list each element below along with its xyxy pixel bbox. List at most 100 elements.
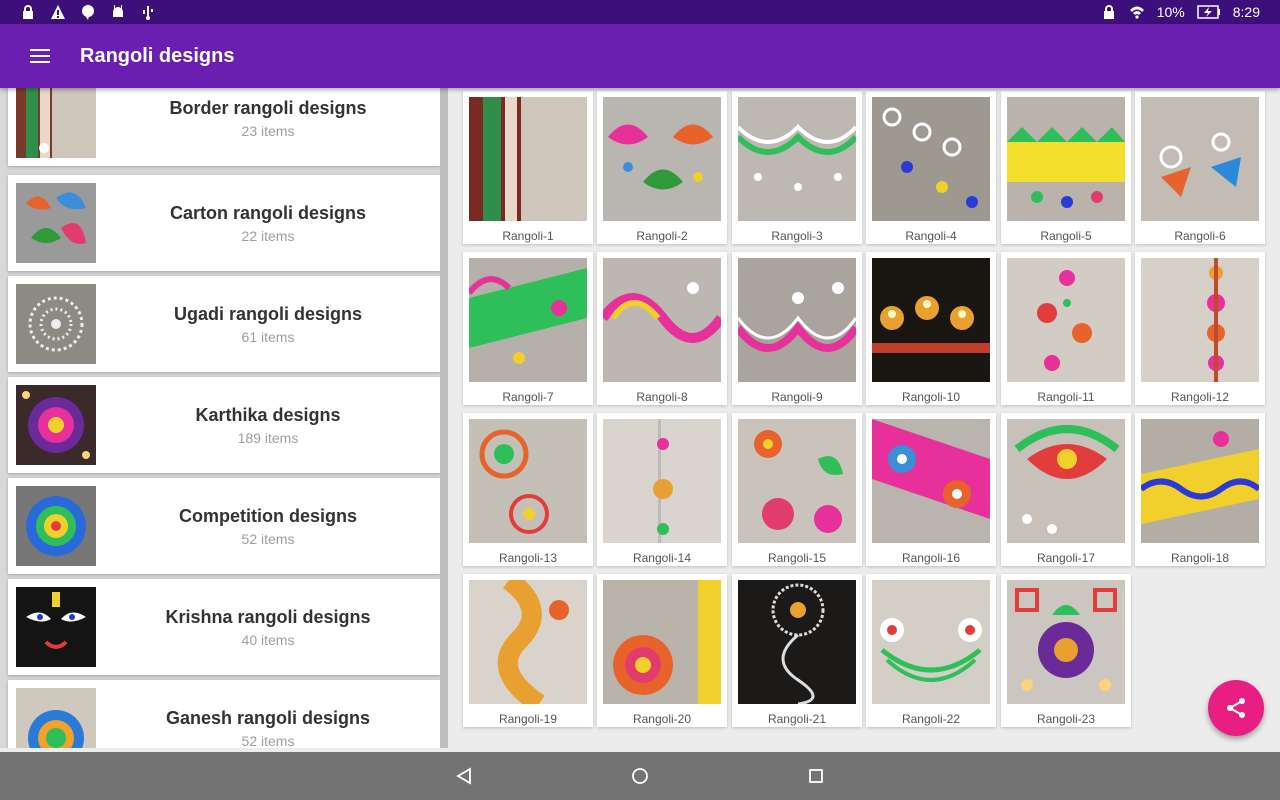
battery-charging-icon	[1197, 5, 1220, 19]
design-tile[interactable]: Rangoli-21	[732, 574, 862, 727]
design-thumbnail	[469, 258, 587, 382]
design-tile[interactable]: Rangoli-15	[732, 413, 862, 566]
design-tile[interactable]: Rangoli-14	[597, 413, 727, 566]
design-tile[interactable]: Rangoli-12	[1135, 252, 1265, 405]
category-thumbnail	[16, 587, 96, 667]
design-label: Rangoli-9	[771, 390, 823, 404]
design-label: Rangoli-21	[767, 712, 827, 726]
design-tile[interactable]: Rangoli-5	[1001, 91, 1131, 244]
design-tile[interactable]: Rangoli-6	[1135, 91, 1265, 244]
design-tile[interactable]: Rangoli-23	[1001, 574, 1131, 727]
design-tile[interactable]: Rangoli-17	[1001, 413, 1131, 566]
design-tile[interactable]: Rangoli-10	[866, 252, 996, 405]
design-thumbnail	[1141, 419, 1259, 543]
design-label: Rangoli-7	[502, 390, 554, 404]
design-grid[interactable]: Rangoli-1 Rangoli-2 Rangoli-3 Rangoli-4 …	[448, 88, 1280, 748]
category-count: 22 items	[241, 227, 295, 244]
menu-button[interactable]	[20, 36, 60, 76]
design-label: Rangoli-4	[905, 229, 957, 243]
design-tile[interactable]: Rangoli-22	[866, 574, 996, 727]
design-label: Rangoli-14	[632, 551, 692, 565]
design-thumbnail	[469, 419, 587, 543]
category-list[interactable]: Border rangoli designs 23 items Carton r…	[0, 88, 448, 748]
category-text: Karthika designs 189 items	[96, 405, 440, 446]
category-name: Carton rangoli designs	[169, 202, 367, 223]
status-bar: 10% 8:29	[0, 0, 1280, 24]
design-tile[interactable]: Rangoli-11	[1001, 252, 1131, 405]
design-thumbnail	[738, 580, 856, 704]
design-tile[interactable]: Rangoli-4	[866, 91, 996, 244]
category-count: 52 items	[241, 732, 295, 749]
category-card-ugadi[interactable]: Ugadi rangoli designs 61 items	[8, 276, 440, 372]
design-tile[interactable]: Rangoli-9	[732, 252, 862, 405]
category-card-krishna[interactable]: Krishna rangoli designs 40 items	[8, 579, 440, 675]
design-tile[interactable]: Rangoli-13	[463, 413, 593, 566]
design-label: Rangoli-19	[498, 712, 558, 726]
design-thumbnail	[603, 419, 721, 543]
page-title: Rangoli designs	[80, 44, 235, 67]
design-tile[interactable]: Rangoli-20	[597, 574, 727, 727]
category-thumbnail	[16, 486, 96, 566]
category-count: 52 items	[241, 530, 295, 547]
home-button[interactable]	[616, 752, 664, 800]
design-thumbnail	[738, 419, 856, 543]
recents-button[interactable]	[792, 752, 840, 800]
back-button[interactable]	[440, 752, 488, 800]
category-name: Border rangoli designs	[169, 97, 367, 118]
design-tile[interactable]: Rangoli-3	[732, 91, 862, 244]
category-count: 189 items	[237, 429, 299, 446]
share-button[interactable]	[1208, 680, 1264, 736]
design-thumbnail	[469, 580, 587, 704]
design-label: Rangoli-3	[771, 229, 823, 243]
design-tile[interactable]: Rangoli-7	[463, 252, 593, 405]
design-label: Rangoli-20	[632, 712, 692, 726]
category-name: Competition designs	[178, 505, 357, 526]
battery-percent: 10%	[1156, 4, 1185, 20]
category-thumbnail	[16, 284, 96, 364]
category-text: Ganesh rangoli designs 52 items	[96, 708, 440, 749]
category-card-ganesh[interactable]: Ganesh rangoli designs 52 items	[8, 680, 440, 748]
design-thumbnail	[872, 97, 990, 221]
design-tile[interactable]: Rangoli-1	[463, 91, 593, 244]
category-name: Ganesh rangoli designs	[165, 707, 371, 728]
category-text: Ugadi rangoli designs 61 items	[96, 304, 440, 345]
category-text: Competition designs 52 items	[96, 506, 440, 547]
app-bar: Rangoli designs	[0, 24, 1280, 88]
design-thumbnail	[603, 258, 721, 382]
recents-icon	[809, 769, 823, 783]
category-thumbnail	[16, 385, 96, 465]
share-icon	[1227, 698, 1245, 718]
design-label: Rangoli-2	[636, 229, 688, 243]
category-thumbnail	[16, 688, 96, 748]
design-thumbnail	[1141, 258, 1259, 382]
design-tile[interactable]: Rangoli-8	[597, 252, 727, 405]
design-thumbnail	[469, 97, 587, 221]
category-card-border[interactable]: Border rangoli designs 23 items	[8, 88, 440, 166]
usb-icon	[143, 6, 153, 20]
design-label: Rangoli-6	[1174, 229, 1226, 243]
design-thumbnail	[1007, 580, 1125, 704]
design-label: Rangoli-18	[1170, 551, 1230, 565]
design-tile[interactable]: Rangoli-16	[866, 413, 996, 566]
category-text: Carton rangoli designs 22 items	[96, 203, 440, 244]
design-tile[interactable]: Rangoli-18	[1135, 413, 1265, 566]
divider	[440, 88, 448, 748]
hamburger-menu-icon	[30, 49, 50, 63]
design-thumbnail	[872, 419, 990, 543]
category-card-karthika[interactable]: Karthika designs 189 items	[8, 377, 440, 473]
category-card-carton[interactable]: Carton rangoli designs 22 items	[8, 175, 440, 271]
design-label: Rangoli-13	[498, 551, 558, 565]
design-tile[interactable]: Rangoli-19	[463, 574, 593, 727]
clock: 8:29	[1232, 4, 1260, 20]
design-thumbnail	[738, 97, 856, 221]
lock-icon	[23, 5, 33, 19]
design-label: Rangoli-16	[901, 551, 961, 565]
design-label: Rangoli-22	[901, 712, 961, 726]
design-tile[interactable]: Rangoli-2	[597, 91, 727, 244]
design-label: Rangoli-1	[502, 229, 554, 243]
design-label: Rangoli-23	[1036, 712, 1096, 726]
design-thumbnail	[1007, 97, 1125, 221]
wifi-icon	[1129, 6, 1144, 19]
category-count: 40 items	[241, 631, 295, 648]
category-card-competition[interactable]: Competition designs 52 items	[8, 478, 440, 574]
